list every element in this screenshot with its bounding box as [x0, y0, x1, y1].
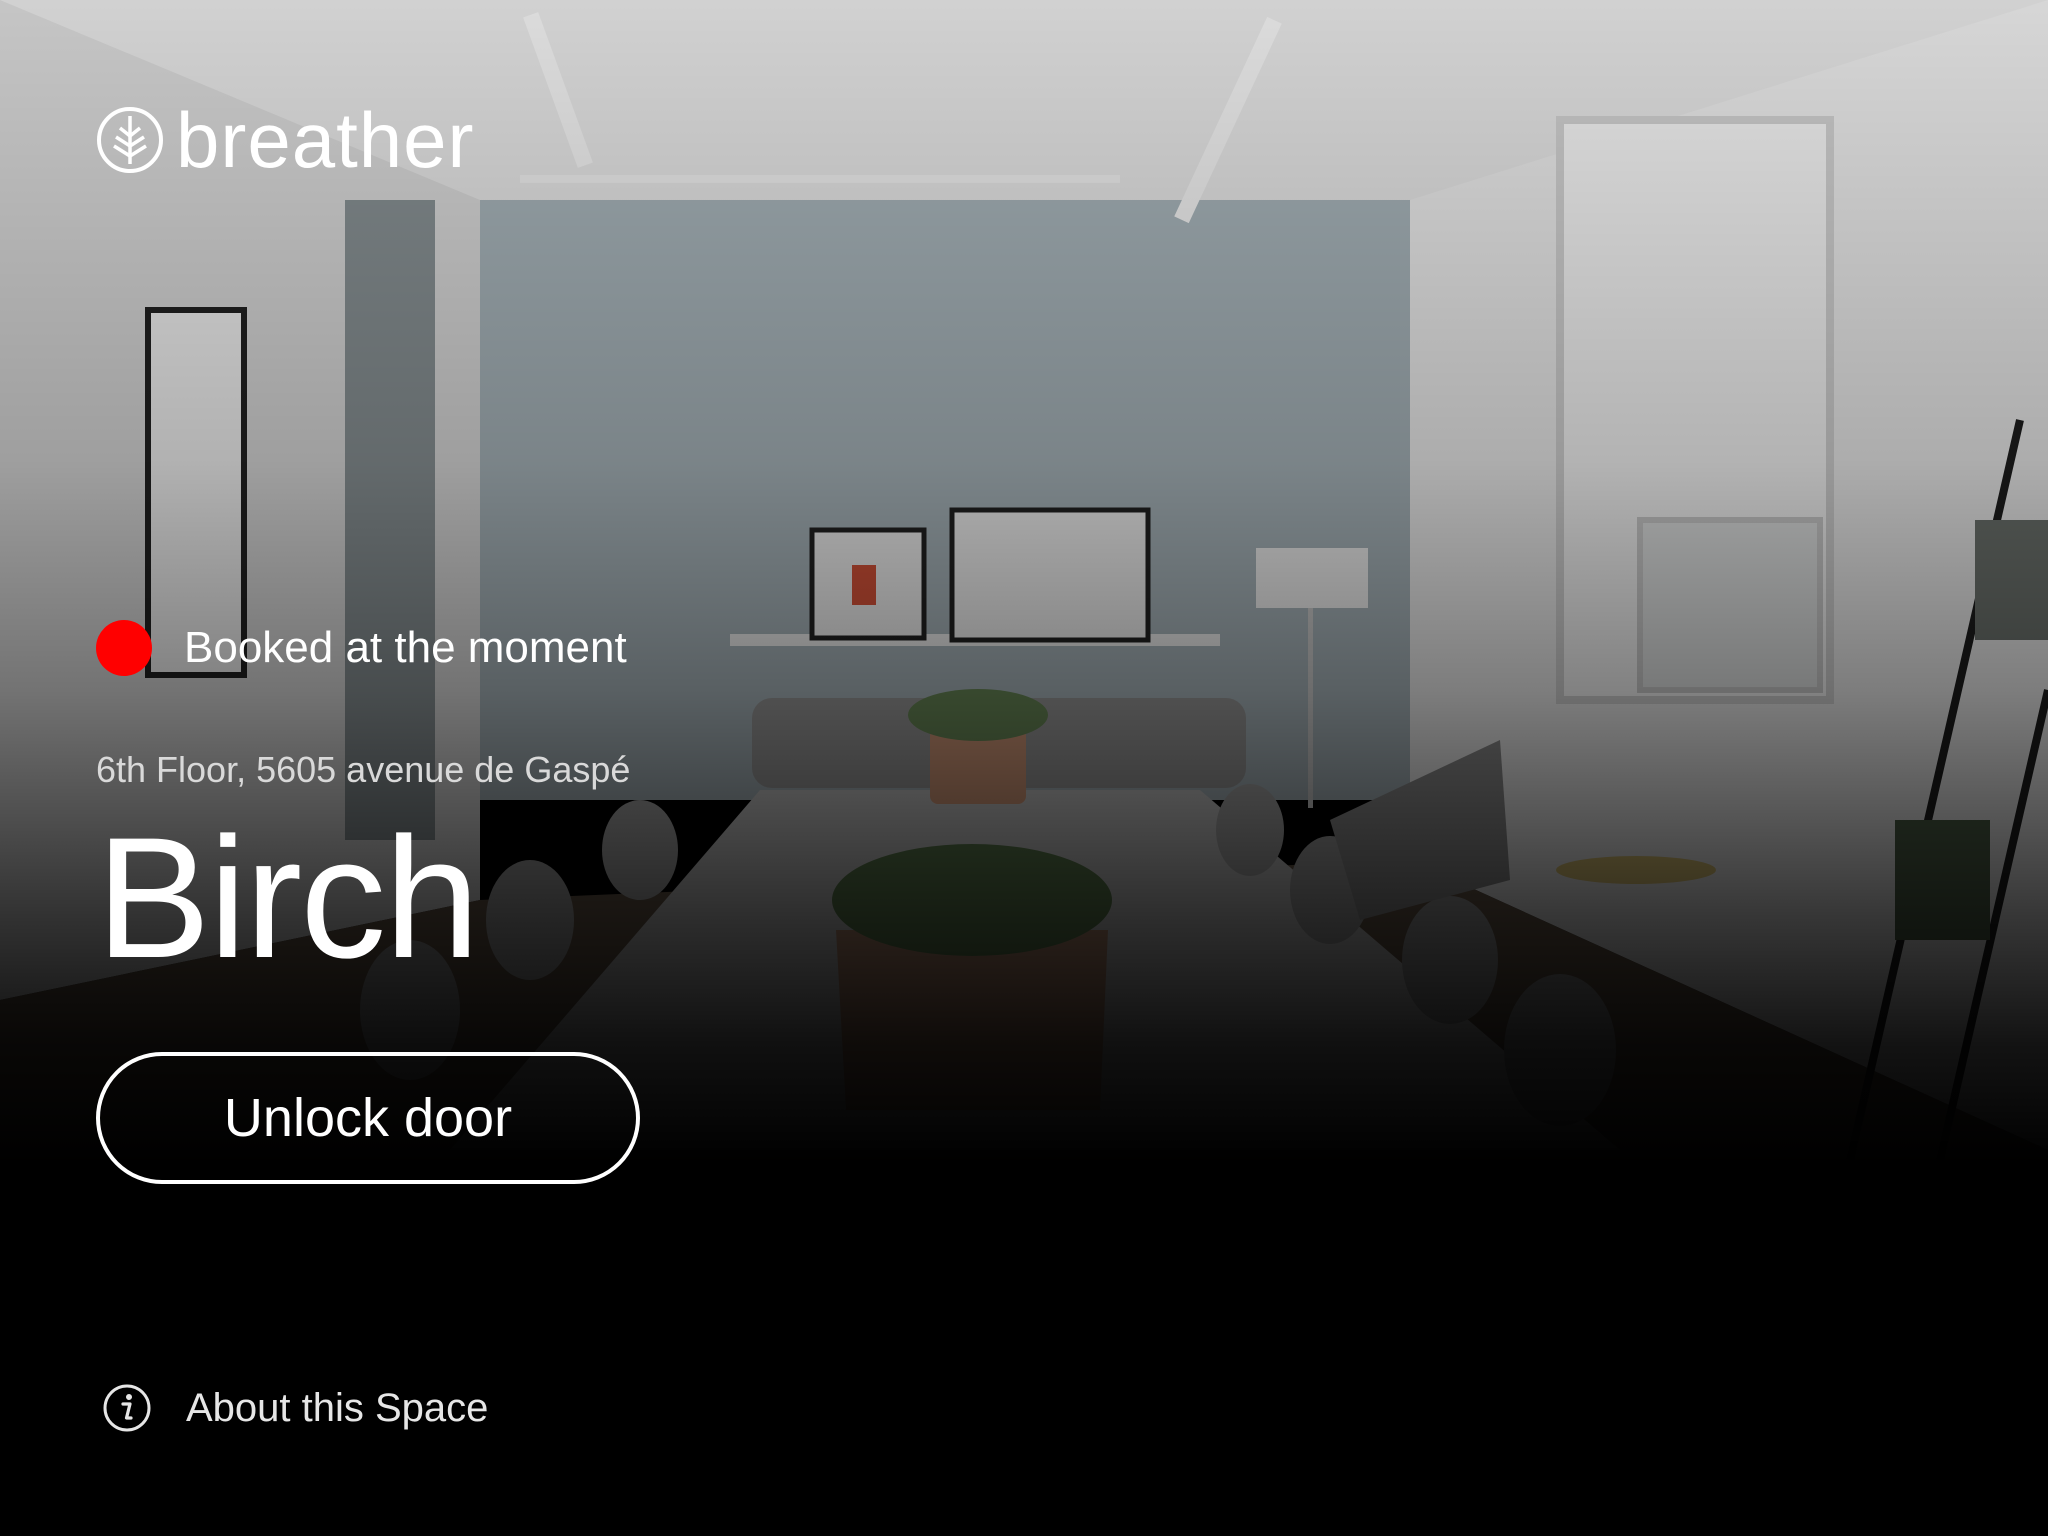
unlock-door-button[interactable]: Unlock door: [96, 1052, 640, 1184]
brand-name: breather: [176, 96, 475, 184]
space-name: Birch: [96, 802, 480, 994]
about-space-label: About this Space: [186, 1386, 489, 1430]
about-space-link[interactable]: About this Space: [102, 1382, 488, 1434]
status-indicator-dot: [96, 620, 152, 676]
status-text: Booked at the moment: [184, 623, 627, 672]
booking-status: Booked at the moment: [96, 620, 627, 676]
info-icon: [103, 1384, 151, 1432]
space-address: 6th Floor, 5605 avenue de Gaspé: [96, 749, 631, 790]
tree-ring-icon: [97, 107, 163, 173]
breather-logo: breather: [96, 96, 475, 184]
